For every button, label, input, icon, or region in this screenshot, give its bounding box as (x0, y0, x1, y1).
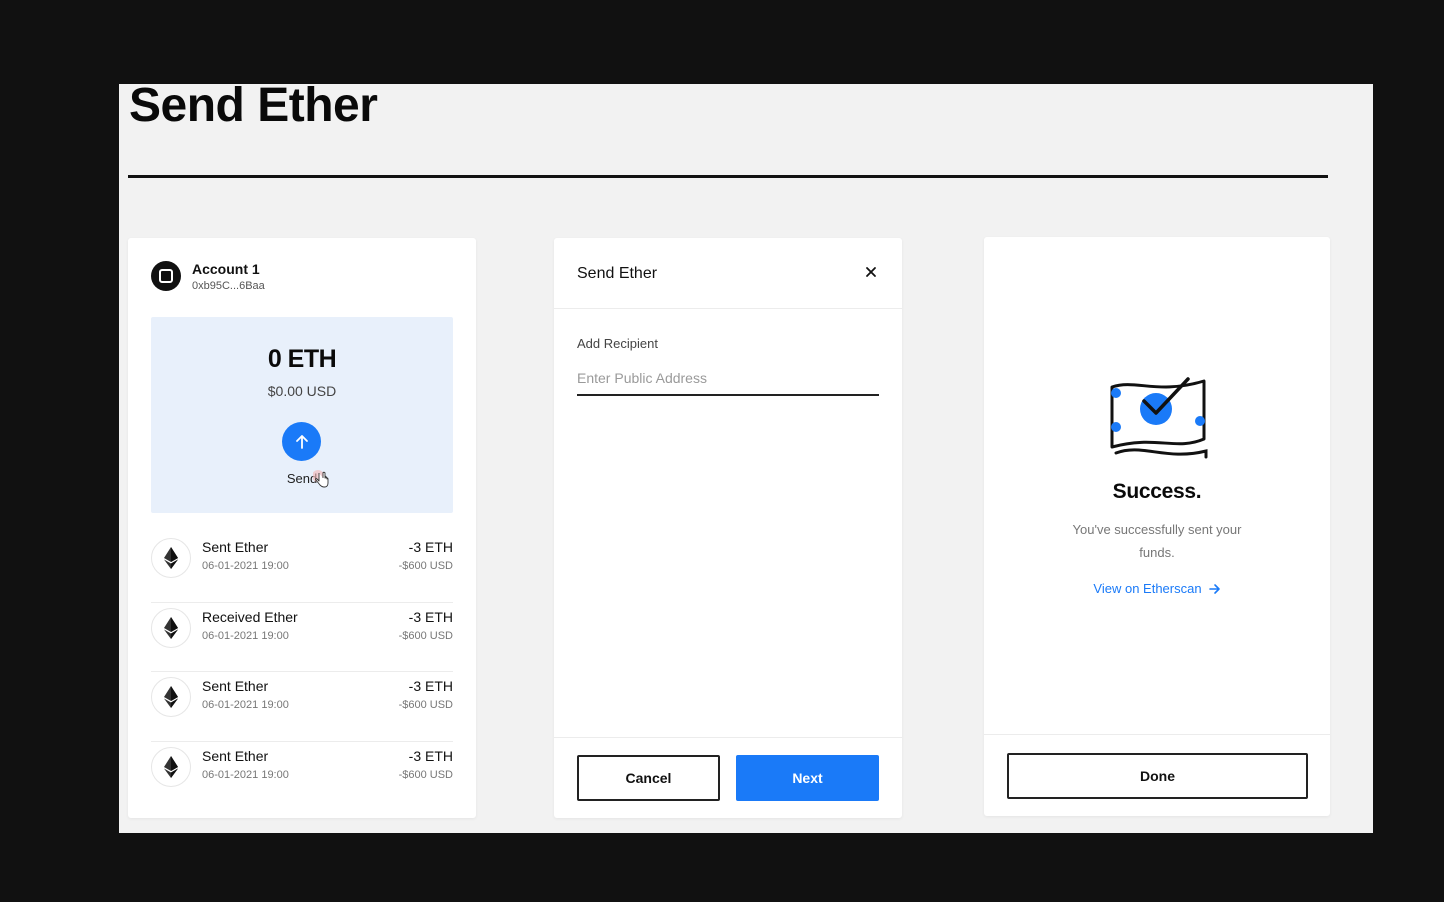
artboard: Send Ether Account 1 0xb95C...6Baa 0 ETH… (119, 84, 1373, 833)
view-on-etherscan-link[interactable]: View on Etherscan (984, 581, 1330, 596)
transaction-usd: -$600 USD (398, 560, 453, 572)
close-icon[interactable] (864, 265, 878, 279)
transaction-title: Sent Ether (202, 678, 269, 694)
account-avatar (151, 261, 181, 291)
transaction-amount: -3 ETH (408, 678, 453, 694)
transaction-date: 06-01-2021 19:00 (202, 560, 289, 572)
success-message: You've successfully sent your funds. (1072, 522, 1242, 560)
recipient-address-input[interactable] (577, 362, 879, 396)
money-check-icon (1110, 377, 1208, 459)
balance-usd: $0.00 USD (267, 383, 337, 399)
transaction-row[interactable]: Sent Ether 06-01-2021 19:00 -3 ETH -$600… (151, 672, 453, 742)
recipient-label: Add Recipient (577, 336, 658, 351)
ethereum-icon (151, 677, 191, 717)
cancel-button[interactable]: Cancel (577, 755, 720, 801)
dialog-title: Send Ether (577, 265, 658, 282)
dialog-header: Send Ether (554, 238, 902, 309)
transaction-usd: -$600 USD (398, 629, 453, 642)
ethereum-icon (151, 607, 191, 648)
balance-panel: 0 ETH $0.00 USD Send (151, 317, 453, 513)
account-header[interactable]: Account 1 0xb95C...6Baa (151, 260, 265, 292)
transaction-date: 06-01-2021 19:00 (202, 699, 289, 711)
success-title: Success. (1112, 480, 1202, 503)
transaction-title: Received Ether (202, 608, 298, 625)
title-divider (128, 175, 1328, 178)
account-address: 0xb95C...6Baa (192, 280, 265, 292)
transaction-title: Sent Ether (202, 747, 269, 764)
account-name: Account 1 (192, 261, 260, 277)
wallet-card: Account 1 0xb95C...6Baa 0 ETH $0.00 USD … (128, 238, 476, 818)
transaction-row[interactable]: Received Ether 06-01-2021 19:00 -3 ETH -… (151, 603, 453, 672)
hand-cursor-icon (313, 470, 329, 488)
next-button[interactable]: Next (736, 755, 879, 801)
balance-eth: 0 ETH (267, 345, 337, 373)
send-button-label[interactable]: Send (151, 471, 453, 486)
transaction-date: 06-01-2021 19:00 (202, 629, 289, 642)
transaction-row[interactable]: Sent Ether 06-01-2021 19:00 -3 ETH -$600… (151, 742, 453, 812)
transaction-amount: -3 ETH (408, 608, 453, 625)
send-ether-dialog: Send Ether Add Recipient Cancel Next (554, 238, 902, 818)
transaction-amount: -3 ETH (408, 747, 453, 764)
transaction-list: Sent Ether 06-01-2021 19:00 -3 ETH -$600… (151, 533, 453, 811)
dialog-footer: Cancel Next (554, 737, 902, 818)
transaction-amount: -3 ETH (408, 539, 453, 555)
transaction-row[interactable]: Sent Ether 06-01-2021 19:00 -3 ETH -$600… (151, 533, 453, 603)
send-button[interactable] (282, 422, 321, 461)
success-card: Success. You've successfully sent your f… (984, 237, 1330, 816)
ethereum-icon (151, 538, 191, 578)
success-footer: Done (984, 734, 1330, 816)
page-title: Send Ether (129, 84, 378, 132)
ethereum-icon (151, 746, 191, 787)
transaction-date: 06-01-2021 19:00 (202, 768, 289, 781)
arrow-right-icon (1208, 583, 1220, 594)
done-button[interactable]: Done (1007, 753, 1308, 799)
etherscan-link-label[interactable]: View on Etherscan (1093, 581, 1201, 596)
arrow-up-icon (295, 434, 308, 449)
transaction-usd: -$600 USD (398, 699, 453, 711)
transaction-usd: -$600 USD (398, 768, 453, 781)
transaction-title: Sent Ether (202, 539, 269, 555)
